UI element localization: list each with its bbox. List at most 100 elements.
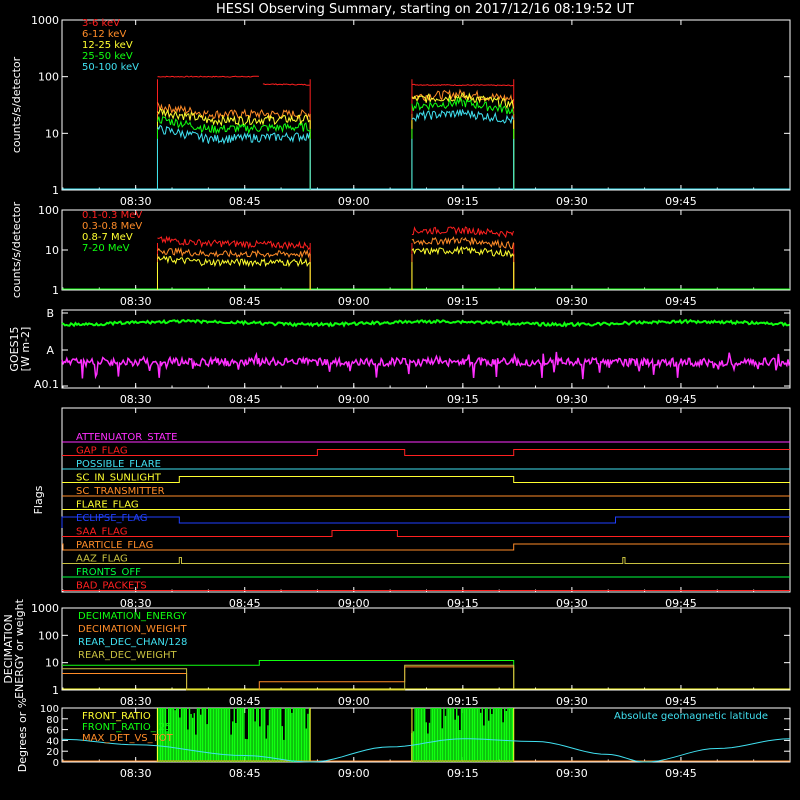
legend-entry: 0.1-0.3 MeV <box>82 210 142 221</box>
series-line <box>157 109 514 145</box>
legend-entry: FRONT_RATIO_ 25 <box>82 722 172 733</box>
x-tick-label: 09:00 <box>338 695 370 708</box>
series-line <box>62 660 515 689</box>
x-tick-label: 08:30 <box>120 295 152 308</box>
x-tick-label: 09:15 <box>447 767 479 780</box>
legend-entry: 12-25 keV <box>82 40 133 51</box>
series-line <box>62 664 515 691</box>
flag-label: POSSIBLE_FLARE <box>76 459 161 470</box>
series-line <box>61 318 790 328</box>
y-tick-label: 10 <box>45 127 59 140</box>
y-tick-label: 80 <box>46 715 59 726</box>
flag-label: SAA_FLAG <box>76 527 127 538</box>
x-tick-label: 09:00 <box>338 295 370 308</box>
flag-label: PARTICLE_FLAG <box>76 540 153 551</box>
legend-entry: 3-6 keV <box>82 18 120 29</box>
flag-label: ATTENUATOR_STATE <box>76 432 177 443</box>
y-tick-label: 100 <box>40 704 59 715</box>
x-tick-label: 09:45 <box>665 767 697 780</box>
annotation: Absolute geomagnetic latitude <box>614 711 768 722</box>
panels: 08:30 08:45 09:00 09:15 09:30 09:451101001000… <box>2 14 791 780</box>
y-tick-label: 100 <box>38 71 59 84</box>
y-axis-label-units: [W m-2] <box>19 327 32 372</box>
x-tick-label: 08:45 <box>229 695 261 708</box>
x-tick-label: 09:15 <box>447 695 479 708</box>
x-tick-label: 09:00 <box>338 393 370 406</box>
y-tick-label: 1000 <box>31 602 59 615</box>
series-line <box>157 245 514 268</box>
series-line <box>157 75 514 87</box>
legend-entry: 0.8-7 MeV <box>82 232 133 243</box>
x-tick-label: 09:45 <box>665 295 697 308</box>
flag-label: SC_TRANSMITTER <box>76 486 165 497</box>
y-tick-label: 20 <box>46 747 59 758</box>
y-tick-label: 40 <box>46 736 59 747</box>
panel-decimation: 08:30 08:45 09:00 09:15 09:30 09:45 1 10 100 1000… <box>2 598 791 708</box>
x-tick-label: 09:45 <box>665 195 697 208</box>
panel-flags: 08:30 08:45 09:00 09:15 09:30 09:45FlagsATTEN… <box>32 407 791 610</box>
x-tick-label: 09:30 <box>556 393 588 406</box>
y-tick-label: A <box>46 344 54 357</box>
y-tick-label: A0.1 <box>34 378 59 391</box>
flag-line <box>62 476 790 483</box>
flag-line <box>61 516 790 528</box>
y-tick-label: 1000 <box>31 14 59 27</box>
y-tick-label: 1 <box>52 184 59 197</box>
panel-goes: 08:30 08:45 09:00 09:15 09:30 09:45BAA0.1GOES… <box>8 307 791 406</box>
legend-entry: DECIMATION_WEIGHT <box>78 624 187 635</box>
flag-label: FRONTS_OFF <box>76 567 141 578</box>
flag-label: FLARE_FLAG <box>76 500 139 511</box>
series-line <box>157 92 514 127</box>
flag-label: BAD_PACKETS <box>76 581 147 592</box>
flag-label: SC_IN_SUNLIGHT <box>76 473 162 484</box>
panel-ratios: 08:30 08:45 09:00 09:15 09:30 09:45 0204060801… <box>16 698 791 780</box>
y-axis-label: Degrees or % <box>16 698 29 772</box>
x-tick-label: 09:15 <box>447 195 479 208</box>
x-tick-label: 08:45 <box>229 767 261 780</box>
y-axis-label: counts/s/detector <box>10 201 23 298</box>
panel-counts-high: 08:30 08:45 09:00 09:15 09:30 09:45 1 10 100 coun… <box>10 201 791 308</box>
x-tick-label: 09:15 <box>447 295 479 308</box>
flag-label: GAP_FLAG <box>76 446 128 457</box>
series-line <box>61 351 790 380</box>
flag-label: ECLIPSE_FLAG <box>76 513 147 524</box>
y-axis-label-2: ENERGY or weight <box>13 598 26 698</box>
series-line <box>62 666 515 691</box>
legend-entry: 6-12 keV <box>82 29 126 40</box>
legend-entry: MAX_DET_VS_TOT <box>82 733 174 744</box>
flag-line <box>62 449 790 456</box>
x-tick-label: 08:45 <box>229 393 261 406</box>
series-line <box>157 226 514 251</box>
y-tick-label: 10 <box>45 657 59 670</box>
y-axis-label: counts/s/detector <box>10 56 23 153</box>
y-tick-label: B <box>46 307 54 320</box>
flag-line <box>62 557 790 564</box>
x-tick-label: 08:30 <box>120 695 152 708</box>
panel-counts-low: 08:30 08:45 09:00 09:15 09:30 09:45 1 10 100 1000… <box>10 14 791 208</box>
chart-title: HESSI Observing Summary, starting on 201… <box>216 2 634 17</box>
x-tick-label: 09:30 <box>556 295 588 308</box>
x-tick-label: 09:45 <box>665 695 697 708</box>
legend-entry: REAR_DEC_WEIGHT <box>78 650 177 661</box>
y-axis-label: Flags <box>32 485 45 514</box>
y-tick-label: 60 <box>46 726 59 737</box>
x-tick-label: 09:30 <box>556 767 588 780</box>
legend-entry: 0.3-0.8 MeV <box>82 221 142 232</box>
x-tick-label: 09:45 <box>665 393 697 406</box>
legend-entry: 50-100 keV <box>82 62 139 73</box>
x-tick-label: 09:30 <box>556 195 588 208</box>
y-tick-label: 1 <box>52 284 59 297</box>
x-tick-label: 09:00 <box>338 767 370 780</box>
legend-entry: 7-20 MeV <box>82 243 130 254</box>
x-tick-label: 09:00 <box>338 195 370 208</box>
flag-line <box>62 530 790 537</box>
x-tick-label: 08:30 <box>120 195 152 208</box>
x-tick-label: 08:30 <box>120 393 152 406</box>
x-tick-label: 09:30 <box>556 695 588 708</box>
series-line <box>157 88 514 121</box>
y-tick-label: 1 <box>52 684 59 697</box>
flag-label: AAZ_FLAG <box>76 554 128 565</box>
hessi-summary-figure: HESSI Observing Summary, starting on 201… <box>2 2 791 780</box>
legend-entry: 25-50 keV <box>82 51 133 62</box>
y-tick-label: 100 <box>38 204 59 217</box>
